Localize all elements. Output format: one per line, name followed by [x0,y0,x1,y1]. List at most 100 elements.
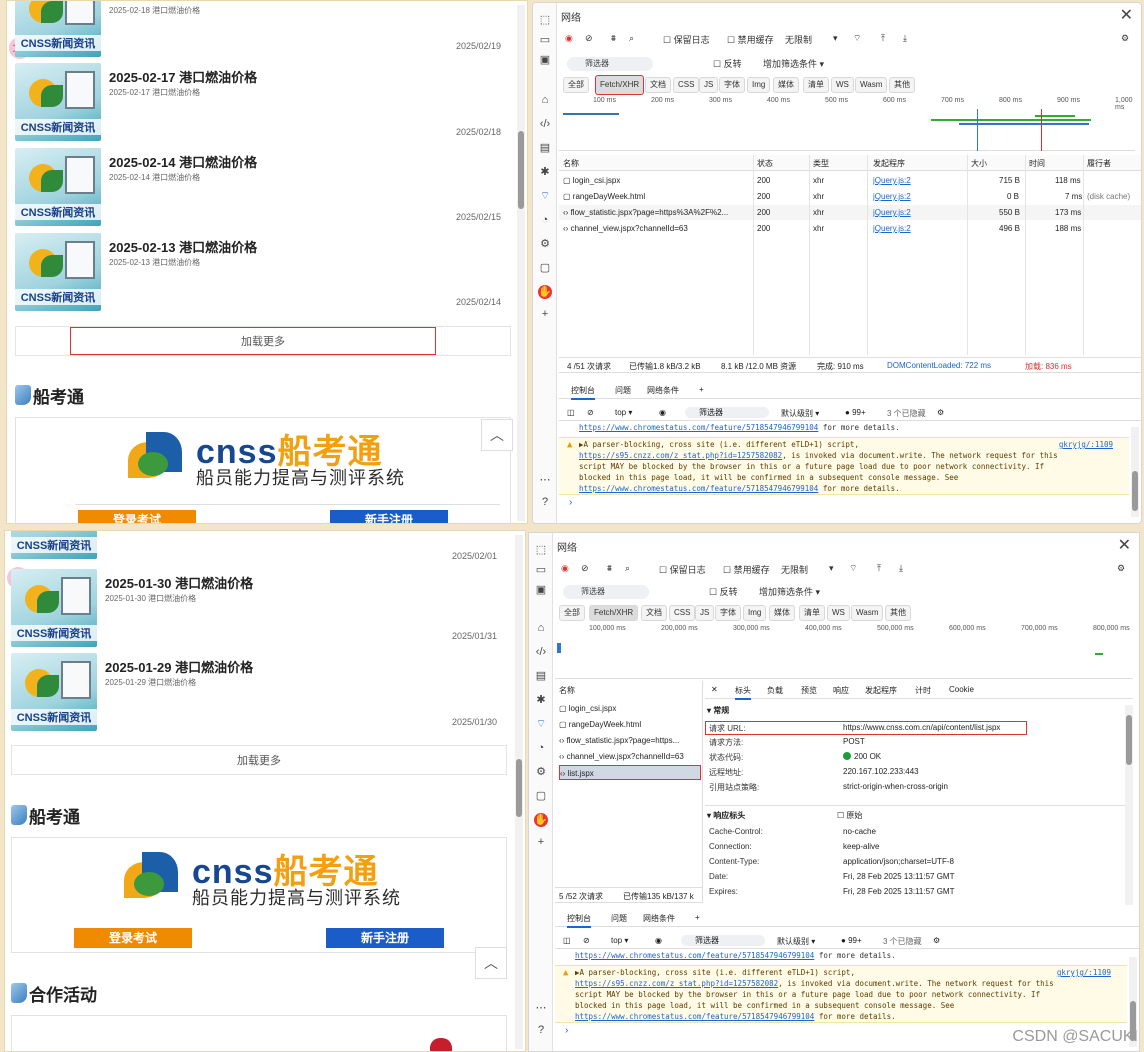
settings-icon[interactable]: ⚙ [1117,563,1125,574]
record-icon[interactable]: ◉ [561,563,569,574]
tab-console[interactable]: 控制台 [567,913,591,928]
more-filters-dropdown[interactable]: 增加筛选条件 ▾ [763,57,824,70]
back-to-top-button[interactable]: ︿ [481,419,513,451]
tab-issues[interactable]: 问题 [611,913,627,924]
news-title[interactable]: 2025-01-29 港口燃油价格 [105,657,253,676]
chip-wasm[interactable]: Wasm [851,605,884,621]
chevron-down-icon[interactable]: ▾ [829,563,834,574]
more-filters-dropdown[interactable]: 增加筛选条件 ▾ [759,585,820,598]
raw-checkbox[interactable]: ☐ 原始 [837,810,862,821]
disable-cache-checkbox[interactable]: ☐ 禁用缓存 [723,563,770,576]
issue-badge[interactable]: ● 99+ [845,408,866,417]
performance-icon[interactable]: ◔ [534,741,548,755]
network-icon[interactable]: ⌔ [538,189,552,203]
clear-console-icon[interactable]: ⊘ [587,408,594,417]
table-row[interactable]: ‹› flow_statistic.jspx?page=https%3A%2F%… [559,205,1141,220]
throttle-select[interactable]: 无限制 [785,33,812,46]
home-icon[interactable]: ⌂ [538,93,552,107]
chip-js[interactable]: JS [695,605,715,621]
news-title[interactable]: 2025-01-30 港口燃油价格 [105,573,253,592]
list-item[interactable]: ▢ login_csi.jspx [559,701,701,716]
settings-gear-icon[interactable]: ⚙ [538,237,552,251]
context-select[interactable]: top ▾ [615,408,632,417]
response-headers-toggle[interactable]: ▾ 响应标头 ☐ 原始 [705,805,1125,821]
register-button[interactable]: 新手注册 [326,928,444,948]
stop-icon[interactable]: ✋ [534,813,548,827]
more-icon[interactable]: ⋯ [538,473,552,487]
application-icon[interactable]: ▢ [534,789,548,803]
timeline-overview[interactable]: 100,000 ms 200,000 ms 300,000 ms 400,000… [555,623,1133,679]
stop-icon[interactable]: ✋ [538,285,552,299]
more-icon[interactable]: ⋯ [534,1001,548,1015]
issue-badge[interactable]: ● 99+ [841,936,862,945]
request-url-value[interactable]: https://www.cnss.com.cn/api/content/list… [843,723,1000,732]
login-exam-button[interactable]: 登录考试 [78,510,196,523]
record-icon[interactable]: ◉ [565,33,573,44]
tab-timing[interactable]: 计时 [915,685,931,696]
tab-response[interactable]: 响应 [833,685,849,696]
tab-issues[interactable]: 问题 [615,385,631,396]
tab-network-conditions[interactable]: 网络条件 [643,913,675,924]
help-icon[interactable]: ? [534,1023,548,1037]
log-level-select[interactable]: 默认级别 ▾ [781,408,819,419]
tab-payload[interactable]: 负载 [767,685,783,696]
eye-icon[interactable]: ◉ [655,936,662,945]
chip-doc[interactable]: 文档 [641,605,667,621]
page-scrollbar[interactable] [515,535,523,1049]
chip-media[interactable]: 媒体 [769,605,795,621]
list-item[interactable]: CNSS新闻资讯 2025-01-30 港口燃油价格 2025-01-30 港口… [11,569,511,649]
eye-icon[interactable]: ◉ [659,408,666,417]
inspect-icon[interactable]: ⬚ [538,13,552,27]
news-title[interactable]: 2025-02-13 港口燃油价格 [109,237,257,256]
context-select[interactable]: top ▾ [611,936,628,945]
console-icon[interactable]: ▤ [538,141,552,155]
upload-icon[interactable]: ⤒ [881,33,885,44]
timeline-overview[interactable]: 100 ms 200 ms 300 ms 400 ms 500 ms 600 m… [559,95,1135,151]
close-icon[interactable]: ✕ [1118,535,1131,555]
console-icon[interactable]: ▤ [534,669,548,683]
list-item[interactable]: CNSS新闻资讯 2025-01-29 港口燃油价格 2025-01-29 港口… [11,653,511,733]
clear-icon[interactable]: ⊘ [581,563,589,574]
chip-font[interactable]: 字体 [719,77,745,93]
device-icon[interactable]: ▭ [534,563,548,577]
chip-all[interactable]: 全部 [563,77,589,93]
table-row[interactable]: ▢ login_csi.jspx 200 xhr jQuery.js:2 715… [559,173,1141,188]
settings-icon[interactable]: ⚙ [1121,33,1129,44]
chip-img[interactable]: Img [747,77,771,93]
download-icon[interactable]: ⤓ [899,563,903,574]
console-filter-input[interactable]: 筛选器 [685,407,769,418]
tab-cookie[interactable]: Cookie [949,685,974,694]
console-filter-input[interactable]: 筛选器 [681,935,765,946]
chip-fetch-xhr[interactable]: Fetch/XHR [595,75,645,95]
chip-ws[interactable]: WS [831,77,854,93]
chip-img[interactable]: Img [743,605,767,621]
tab-headers[interactable]: 标头 [735,685,751,700]
list-item[interactable]: CNSS新闻资讯 2025-02-17 港口燃油价格 2025-02-17 港口… [15,63,515,143]
upload-icon[interactable]: ⤒ [877,563,881,574]
chip-css[interactable]: CSS [673,77,700,93]
close-icon[interactable]: ✕ [1120,5,1133,25]
invert-checkbox[interactable]: ☐ 反转 [709,585,738,598]
clear-console-icon[interactable]: ⊘ [583,936,590,945]
console-scrollbar[interactable] [1131,427,1139,517]
chip-all[interactable]: 全部 [559,605,585,621]
network-icon[interactable]: ⌔ [534,717,548,731]
console-prompt[interactable]: › [569,497,572,508]
bug-icon[interactable]: ✱ [538,165,552,179]
add-tab-icon[interactable]: + [699,385,704,394]
console-prompt[interactable]: › [565,1025,568,1036]
chip-other[interactable]: 其他 [889,77,915,93]
download-icon[interactable]: ⤓ [903,33,907,44]
news-title[interactable]: 2025-02-14 港口燃油价格 [109,152,257,171]
chip-wasm[interactable]: Wasm [855,77,888,93]
list-item[interactable]: CNSS新闻资讯 2025-02-18 港口燃油价格 2025/02/19 [15,1,515,59]
list-item[interactable]: ‹› flow_statistic.jspx?page=https... [559,733,701,748]
log-level-select[interactable]: 默认级别 ▾ [777,936,815,947]
source-link[interactable]: gkryjg/:1109 [1059,439,1113,450]
home-icon[interactable]: ⌂ [534,621,548,635]
sidebar-toggle-icon[interactable]: ◫ [563,936,571,945]
register-button[interactable]: 新手注册 [330,510,448,523]
throttle-select[interactable]: 无限制 [781,563,808,576]
add-tool-icon[interactable]: + [538,307,552,321]
search-icon[interactable]: ⌕ [629,33,634,44]
